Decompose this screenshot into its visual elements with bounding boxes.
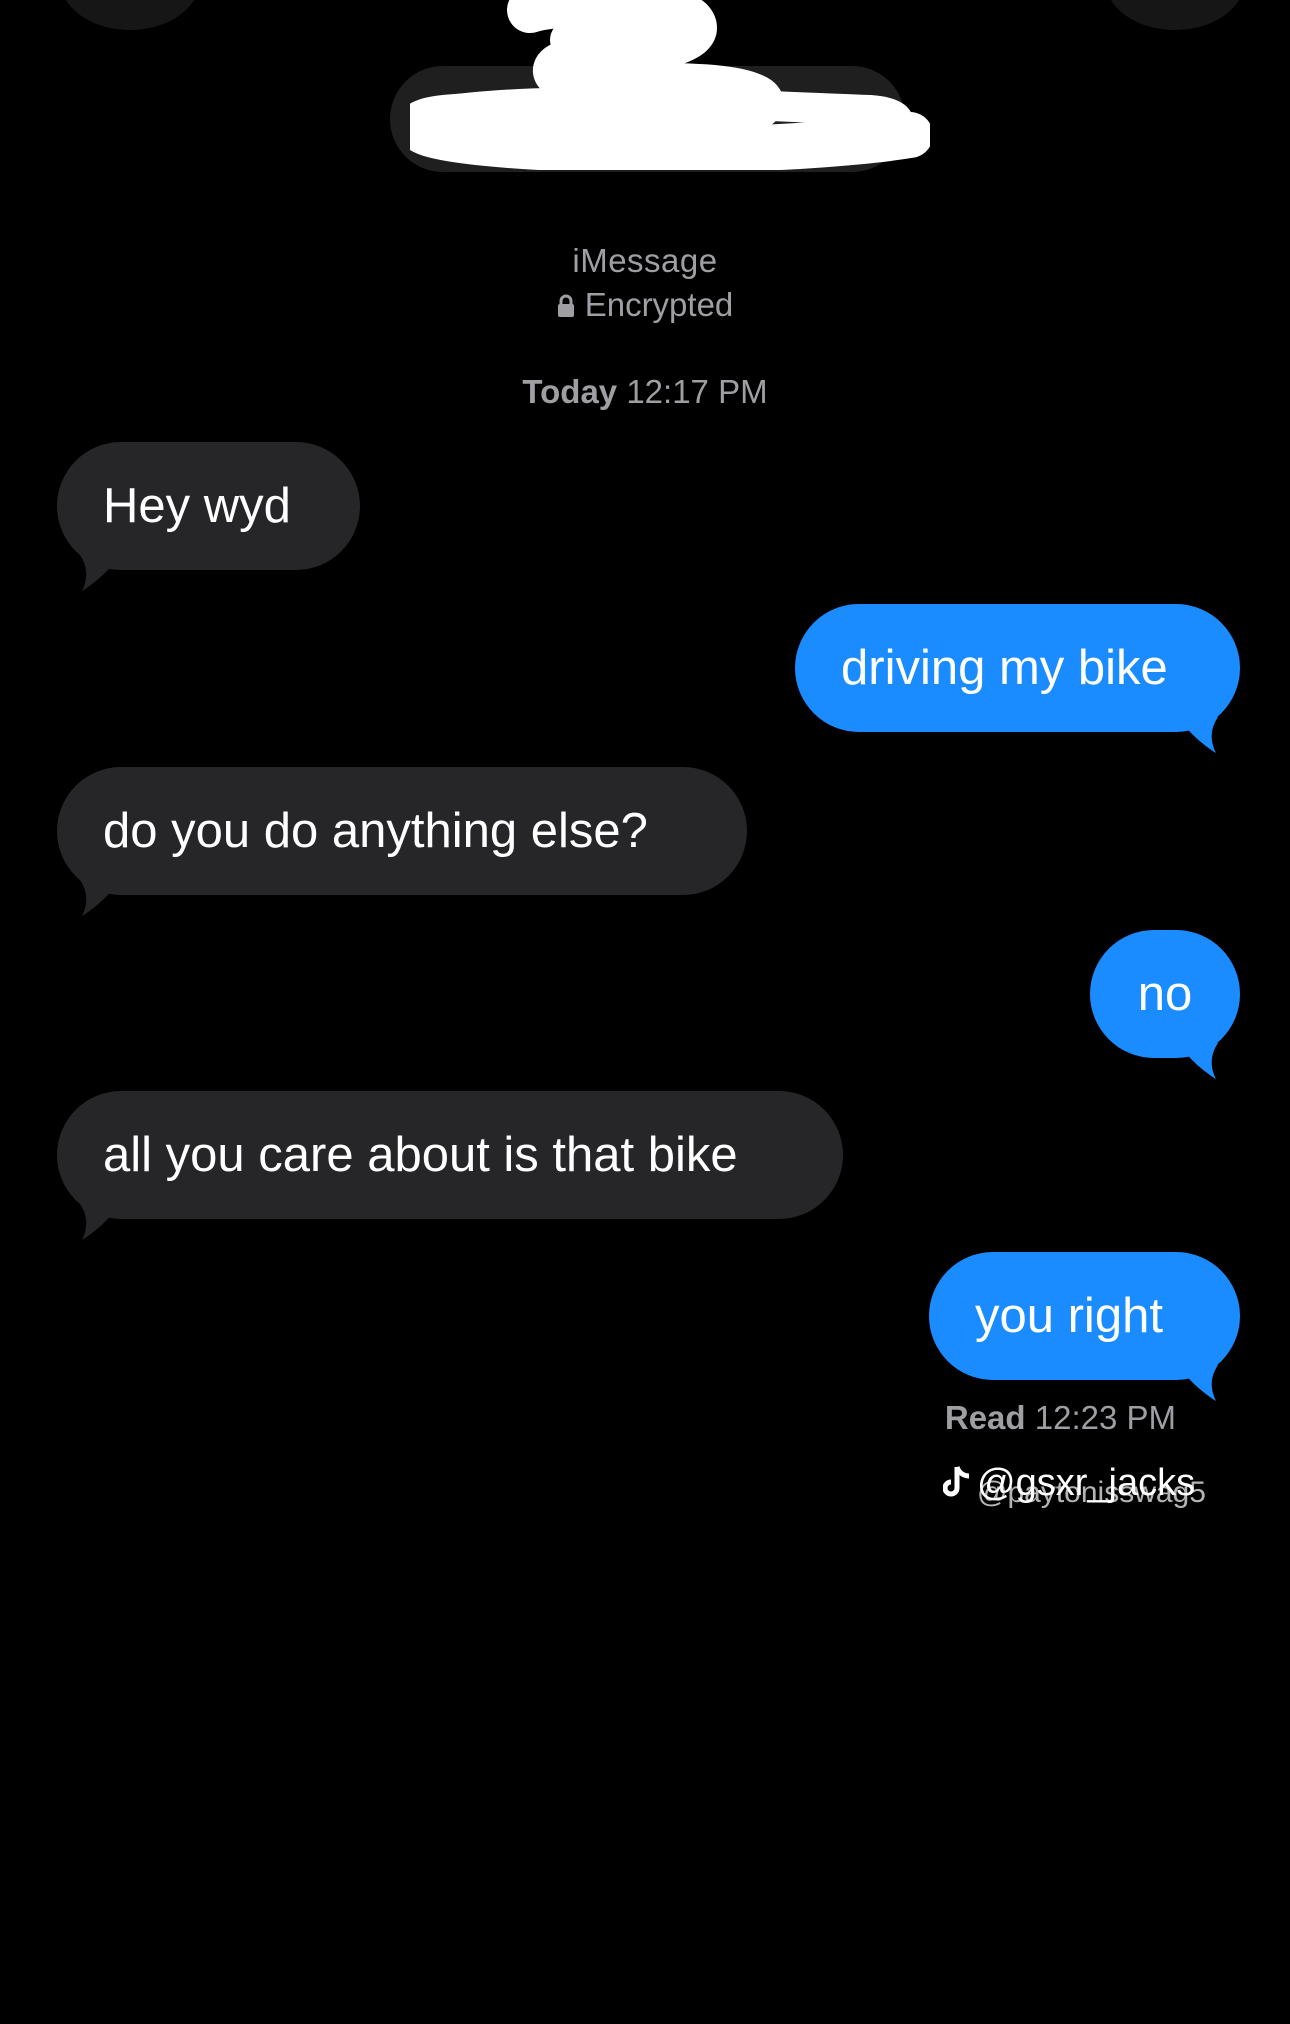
message-text: do you do anything else? [103,804,648,858]
message-text: all you care about is that bike [103,1128,738,1182]
facetime-button[interactable] [1105,0,1245,30]
bubble-tail [80,555,120,591]
timestamp-day: Today [522,373,618,410]
timestamp-time: 12:17 PM [626,373,768,410]
bubble-tail [80,880,120,916]
lock-icon [557,294,574,317]
message-bubble-outgoing[interactable]: no [1090,930,1240,1058]
service-label: iMessage [572,242,718,279]
message-bubble-outgoing[interactable]: driving my bike [795,604,1240,732]
back-button[interactable] [60,0,200,30]
message-text: Hey wyd [103,479,291,533]
conversation-timestamp: Today 12:17 PM [0,373,1290,411]
message-text: driving my bike [841,641,1168,695]
encryption-label: Encrypted [584,286,734,323]
watermark-overlapping-handle: @paytonisswag5 [977,1476,1206,1509]
message-bubble-incoming[interactable]: Hey wyd [57,442,360,570]
message-bubble-incoming[interactable]: do you do anything else? [57,767,747,895]
message-text: you right [975,1289,1163,1343]
tiktok-watermark: @gsxr_jacks @paytonisswag5 [943,1462,1206,1509]
bubble-tail [80,1204,120,1240]
bubble-tail [1178,717,1218,753]
read-receipt: Read 12:23 PM [945,1399,1176,1437]
read-label: Read [944,1399,1026,1436]
bubble-tail [1178,1043,1218,1079]
encryption-status: Encrypted [0,286,1290,324]
message-bubble-outgoing[interactable]: you right [929,1252,1240,1380]
tiktok-note-icon [943,1466,970,1497]
redaction-scribble [410,0,930,170]
bubble-tail [1178,1365,1218,1401]
message-bubble-incoming[interactable]: all you care about is that bike [57,1091,843,1219]
message-text: no [1137,967,1193,1021]
read-time: 12:23 PM [1034,1399,1176,1436]
